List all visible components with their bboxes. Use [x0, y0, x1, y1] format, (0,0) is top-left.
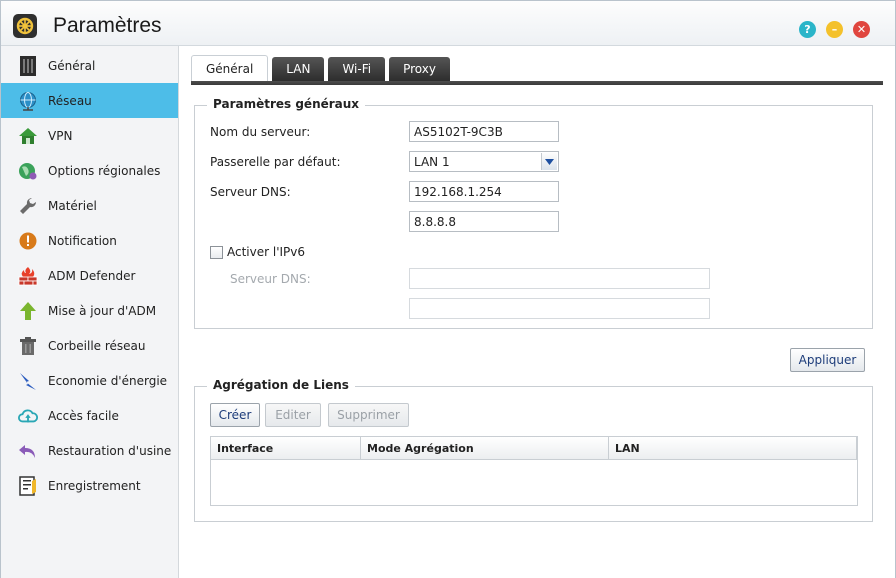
ipv6-checkbox[interactable] — [210, 246, 223, 259]
sidebar-item-label: Accès facile — [48, 408, 119, 423]
sidebar-item-regional[interactable]: Options régionales — [1, 153, 178, 188]
sidebar-item-notification[interactable]: Notification — [1, 223, 178, 258]
region-globe-icon — [18, 161, 38, 181]
chevron-down-icon[interactable] — [541, 153, 557, 170]
default-gateway-select[interactable]: LAN 1 — [409, 151, 559, 172]
vpn-house-icon — [18, 126, 38, 146]
general-settings-legend: Paramètres généraux — [207, 97, 366, 111]
window-title: Paramètres — [53, 14, 162, 37]
sidebar-item-label: Restauration d'usine — [48, 443, 172, 458]
ipv6-checkbox-label: Activer l'IPv6 — [227, 245, 306, 259]
sidebar-item-network[interactable]: Réseau — [1, 83, 178, 118]
column-header-lan[interactable]: LAN — [609, 437, 857, 459]
firewall-icon — [18, 266, 38, 286]
sidebar-item-label: VPN — [48, 128, 73, 143]
tab-underline — [191, 81, 883, 85]
sidebar-item-easy-access[interactable]: Accès facile — [1, 398, 178, 433]
sidebar-item-power-saving[interactable]: Economie d'énergie — [1, 363, 178, 398]
delete-button[interactable]: Supprimer — [328, 403, 409, 427]
close-button[interactable]: ✕ — [853, 21, 870, 38]
registration-icon — [18, 475, 38, 496]
default-gateway-value: LAN 1 — [414, 154, 450, 169]
sidebar-item-adm-defender[interactable]: ADM Defender — [1, 258, 178, 293]
help-button[interactable]: ? — [799, 21, 816, 38]
settings-window: Paramètres ? – ✕ Général Réseau VPN Opti… — [0, 0, 896, 578]
sidebar-item-label: Corbeille réseau — [48, 338, 146, 353]
ipv6-dns-label: Serveur DNS: — [230, 272, 311, 286]
column-header-mode[interactable]: Mode Agrégation — [361, 437, 609, 459]
sidebar-item-hardware[interactable]: Matériel — [1, 188, 178, 223]
server-icon — [18, 55, 38, 76]
aggregation-table: Interface Mode Agrégation LAN — [210, 436, 858, 506]
edit-button[interactable]: Editer — [265, 403, 321, 427]
tab-wifi[interactable]: Wi-Fi — [328, 57, 386, 81]
sidebar-item-label: Général — [48, 58, 96, 73]
table-header: Interface Mode Agrégation LAN — [211, 437, 857, 460]
content-panel: Général LAN Wi-Fi Proxy Paramètres génér… — [179, 46, 895, 578]
help-icon: ? — [804, 23, 811, 36]
dns-server-label: Serveur DNS: — [210, 185, 291, 199]
settings-app-icon — [13, 14, 37, 38]
server-name-input[interactable]: AS5102T-9C3B — [409, 121, 559, 142]
ipv6-dns-primary-input[interactable] — [409, 268, 710, 289]
title-bar: Paramètres ? – ✕ — [1, 1, 895, 46]
alert-icon — [18, 231, 38, 251]
energy-bolt-icon — [18, 371, 38, 391]
sidebar-item-label: Enregistrement — [48, 478, 141, 493]
server-name-label: Nom du serveur: — [210, 125, 311, 139]
sidebar-item-registration[interactable]: Enregistrement — [1, 468, 178, 503]
sidebar: Général Réseau VPN Options régionales Ma… — [1, 46, 179, 578]
dns-secondary-input[interactable]: 8.8.8.8 — [409, 211, 559, 232]
tab-lan[interactable]: LAN — [272, 57, 325, 81]
sidebar-item-factory-reset[interactable]: Restauration d'usine — [1, 433, 178, 468]
cloud-icon — [18, 406, 38, 426]
sidebar-item-label: Mise à jour d'ADM — [48, 303, 157, 318]
sidebar-item-adm-update[interactable]: Mise à jour d'ADM — [1, 293, 178, 328]
sidebar-item-label: Economie d'énergie — [48, 373, 168, 388]
minimize-button[interactable]: – — [826, 21, 843, 38]
default-gateway-label: Passerelle par défaut: — [210, 155, 341, 169]
globe-icon — [18, 91, 38, 111]
sidebar-item-label: Matériel — [48, 198, 97, 213]
sidebar-item-label: ADM Defender — [48, 268, 136, 283]
trash-icon — [18, 336, 38, 356]
sidebar-item-label: Réseau — [48, 93, 92, 108]
general-settings-group: Paramètres généraux Nom du serveur: AS51… — [194, 97, 873, 329]
sidebar-item-label: Notification — [48, 233, 117, 248]
tab-general[interactable]: Général — [191, 55, 269, 81]
ipv6-dns-secondary-input[interactable] — [409, 298, 710, 319]
apply-button[interactable]: Appliquer — [790, 348, 865, 372]
sidebar-item-general[interactable]: Général — [1, 48, 178, 83]
link-aggregation-legend: Agrégation de Liens — [207, 378, 355, 392]
wrench-icon — [18, 196, 38, 216]
sidebar-item-recycle-bin[interactable]: Corbeille réseau — [1, 328, 178, 363]
column-header-interface[interactable]: Interface — [211, 437, 361, 459]
dns-primary-input[interactable]: 192.168.1.254 — [409, 181, 559, 202]
restore-arrow-icon — [18, 441, 38, 461]
sidebar-item-label: Options régionales — [48, 163, 161, 178]
tab-proxy[interactable]: Proxy — [389, 57, 450, 81]
minimize-icon: – — [831, 23, 838, 36]
update-arrow-icon — [18, 301, 38, 321]
close-icon: ✕ — [856, 23, 867, 36]
sidebar-item-vpn[interactable]: VPN — [1, 118, 178, 153]
tab-bar: Général LAN Wi-Fi Proxy — [191, 55, 454, 81]
create-button[interactable]: Créer — [210, 403, 260, 427]
link-aggregation-group: Agrégation de Liens Créer Editer Supprim… — [194, 378, 873, 522]
